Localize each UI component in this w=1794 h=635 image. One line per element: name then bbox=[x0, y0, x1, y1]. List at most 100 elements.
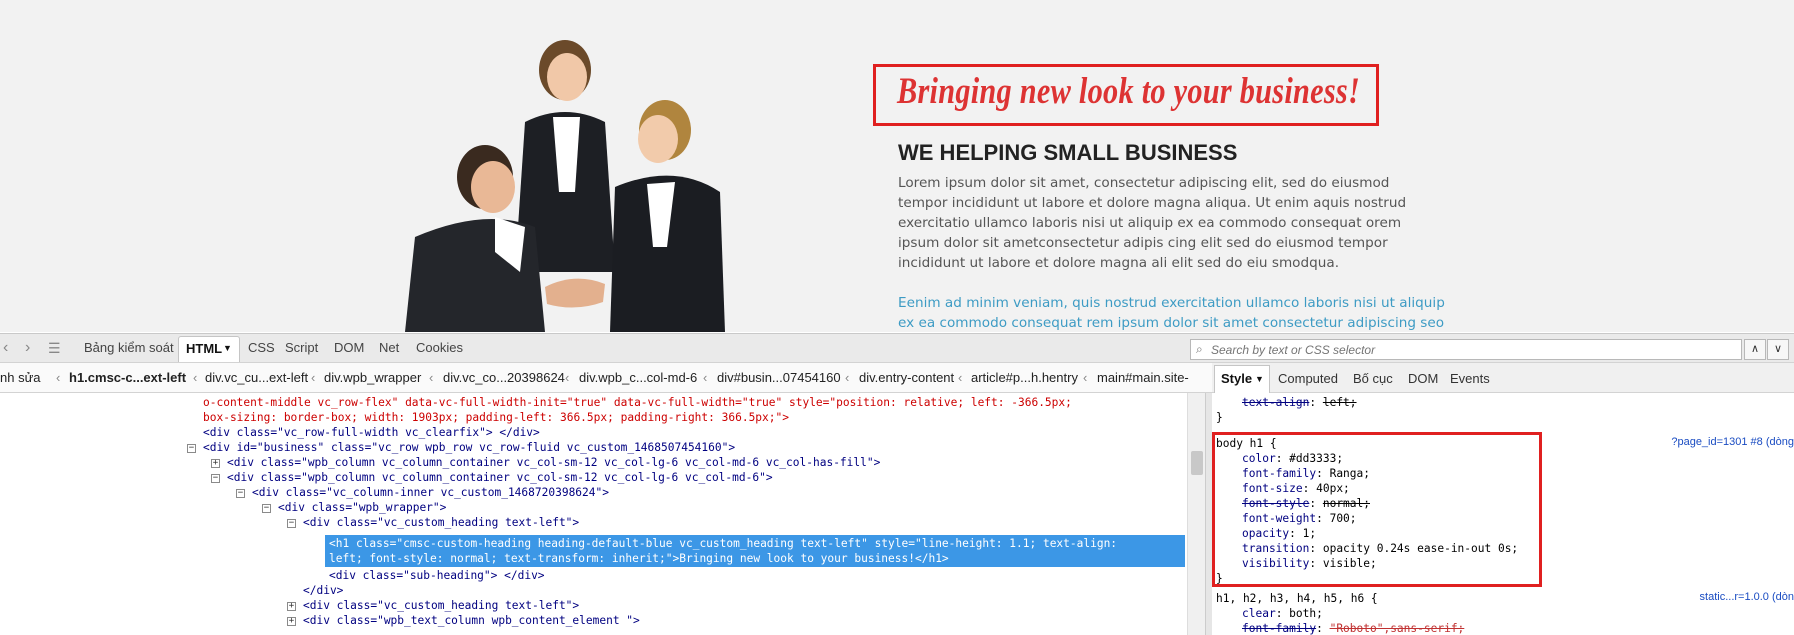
tab-events[interactable]: Events bbox=[1450, 371, 1490, 386]
collapse-toggle-icon[interactable]: − bbox=[262, 504, 271, 513]
tab-cookies[interactable]: Cookies bbox=[416, 340, 463, 355]
dock-menu-icon[interactable]: ☰ bbox=[48, 340, 61, 357]
css-value: 700; bbox=[1329, 512, 1357, 525]
tree-line[interactable]: <div class="sub-heading"> </div> bbox=[329, 568, 545, 583]
devtools-toolbar: ‹ › ☰ Bảng kiểm soát HTML ▼ CSS Script D… bbox=[0, 333, 1794, 363]
breadcrumb-item[interactable]: div.wpb_c...col-md-6 bbox=[579, 370, 697, 385]
tree-line[interactable]: <div class="wpb_text_column wpb_content_… bbox=[303, 613, 640, 628]
tab-dom[interactable]: DOM bbox=[334, 340, 364, 355]
css-selector[interactable]: h1, h2, h3, h4, h5, h6 { bbox=[1216, 591, 1378, 606]
style-rules-panel[interactable]: text-align: left; } body h1 { ?page_id=1… bbox=[1212, 393, 1794, 635]
css-value: both; bbox=[1289, 607, 1323, 620]
css-property: opacity bbox=[1242, 527, 1290, 540]
breadcrumb-item[interactable]: div.vc_co...20398624 bbox=[443, 370, 565, 385]
css-property: font-style bbox=[1242, 497, 1310, 510]
collapse-toggle-icon[interactable]: − bbox=[287, 519, 296, 528]
expand-toggle-icon[interactable]: + bbox=[211, 459, 220, 468]
search-next-button[interactable]: ∨ bbox=[1767, 339, 1789, 360]
tree-line[interactable]: <div class="vc_custom_heading text-left"… bbox=[303, 598, 579, 613]
collapse-toggle-icon[interactable]: − bbox=[236, 489, 245, 498]
css-declaration[interactable]: font-style: normal; bbox=[1242, 496, 1370, 511]
breadcrumb: nh sửa ‹ h1.cmsc-c...ext-left ‹ div.vc_c… bbox=[0, 363, 1212, 393]
breadcrumb-item[interactable]: h1.cmsc-c...ext-left bbox=[69, 370, 186, 385]
breadcrumb-item[interactable]: div#busin...07454160 bbox=[717, 370, 841, 385]
separator-icon: ‹ bbox=[193, 370, 198, 385]
css-declaration[interactable]: font-family: Ranga; bbox=[1242, 466, 1370, 481]
css-declaration[interactable]: transition: opacity 0.24s ease-in-out 0s… bbox=[1242, 541, 1518, 556]
css-value: Ranga; bbox=[1329, 467, 1370, 480]
breadcrumb-item[interactable]: div.entry-content bbox=[859, 370, 954, 385]
css-value: #dd3333; bbox=[1289, 452, 1344, 465]
html-pane-scrollbar[interactable] bbox=[1187, 393, 1205, 635]
separator-icon: ‹ bbox=[845, 370, 850, 385]
tab-css[interactable]: CSS bbox=[248, 340, 275, 355]
css-declaration[interactable]: font-family: "Roboto",sans-serif; bbox=[1242, 621, 1464, 635]
css-declaration[interactable]: visibility: visible; bbox=[1242, 556, 1377, 571]
css-declaration[interactable]: opacity: 1; bbox=[1242, 526, 1316, 541]
stylesheet-source-link[interactable]: ?page_id=1301 #8 (dòng bbox=[1671, 436, 1794, 448]
forward-arrow-icon[interactable]: › bbox=[25, 339, 30, 357]
breadcrumb-item[interactable]: main#main.site- bbox=[1097, 370, 1189, 385]
css-selector-search[interactable]: ⌕ bbox=[1190, 339, 1742, 360]
separator-icon: ‹ bbox=[311, 370, 316, 385]
css-property: font-size bbox=[1242, 482, 1303, 495]
tree-line[interactable]: <div class="wpb_column vc_column_contain… bbox=[227, 455, 880, 470]
tree-line[interactable]: <div class="vc_row-full-width vc_clearfi… bbox=[203, 425, 540, 440]
tab-net[interactable]: Net bbox=[379, 340, 399, 355]
selected-node-line: <h1 class="cmsc-custom-heading heading-d… bbox=[329, 537, 1118, 550]
separator-icon: ‹ bbox=[1083, 370, 1088, 385]
css-property: font-family bbox=[1242, 467, 1317, 480]
search-icon: ⌕ bbox=[1196, 342, 1203, 356]
separator-icon: ‹ bbox=[56, 370, 61, 385]
tree-line[interactable]: <div id="business" class="vc_row wpb_row… bbox=[203, 440, 735, 455]
tab-dom-side[interactable]: DOM bbox=[1408, 371, 1438, 386]
page-subheading: WE HELPING SMALL BUSINESS bbox=[898, 140, 1238, 165]
tab-html-label: HTML bbox=[186, 341, 223, 356]
tree-line[interactable]: <div class="wpb_column vc_column_contain… bbox=[227, 470, 773, 485]
body-paragraph-link[interactable]: Eenim ad minim veniam, quis nostrud exer… bbox=[898, 293, 1458, 332]
css-value: 1; bbox=[1302, 527, 1317, 540]
tree-line[interactable]: <div class="wpb_wrapper"> bbox=[278, 500, 446, 515]
separator-icon: ‹ bbox=[429, 370, 434, 385]
pane-splitter[interactable] bbox=[1205, 393, 1212, 635]
back-arrow-icon[interactable]: ‹ bbox=[3, 339, 8, 357]
expand-toggle-icon[interactable]: + bbox=[287, 617, 296, 626]
css-property: clear bbox=[1242, 607, 1276, 620]
css-declaration[interactable]: font-weight: 700; bbox=[1242, 511, 1357, 526]
tree-line[interactable]: o-content-middle vc_row-flex" data-vc-fu… bbox=[203, 395, 1072, 410]
tab-html[interactable]: HTML ▼ bbox=[178, 336, 240, 362]
css-declaration[interactable]: font-size: 40px; bbox=[1242, 481, 1350, 496]
tab-script[interactable]: Script bbox=[285, 340, 318, 355]
web-page-viewport: Bringing new look to your business! WE H… bbox=[0, 0, 1794, 332]
css-declaration[interactable]: clear: both; bbox=[1242, 606, 1323, 621]
collapse-toggle-icon[interactable]: − bbox=[211, 474, 220, 483]
inspect-console-tab[interactable]: Bảng kiểm soát bbox=[84, 340, 174, 355]
tab-style[interactable]: Style ▼ bbox=[1214, 365, 1270, 393]
search-input[interactable] bbox=[1211, 341, 1731, 358]
css-declaration[interactable]: color: #dd3333; bbox=[1242, 451, 1343, 466]
breadcrumb-item[interactable]: div.vc_cu...ext-left bbox=[205, 370, 308, 385]
search-prev-button[interactable]: ∧ bbox=[1744, 339, 1766, 360]
css-declaration[interactable]: text-align: left; bbox=[1242, 395, 1357, 410]
separator-icon: ‹ bbox=[703, 370, 708, 385]
edit-button[interactable]: nh sửa bbox=[0, 370, 41, 385]
tab-style-label: Style bbox=[1221, 371, 1253, 386]
tab-computed[interactable]: Computed bbox=[1278, 371, 1338, 386]
tree-line[interactable]: <div class="vc_column-inner vc_custom_14… bbox=[252, 485, 609, 500]
css-value: 40px; bbox=[1316, 482, 1350, 495]
tree-line[interactable]: <div class="vc_custom_heading text-left"… bbox=[303, 515, 579, 530]
breadcrumb-item[interactable]: article#p...h.hentry bbox=[971, 370, 1078, 385]
collapse-toggle-icon[interactable]: − bbox=[187, 444, 196, 453]
separator-icon: ‹ bbox=[958, 370, 963, 385]
html-tree-panel[interactable]: o-content-middle vc_row-flex" data-vc-fu… bbox=[0, 393, 1187, 635]
selected-tree-node[interactable]: <h1 class="cmsc-custom-heading heading-d… bbox=[325, 535, 1185, 567]
breadcrumb-item[interactable]: div.wpb_wrapper bbox=[324, 370, 421, 385]
tree-line[interactable]: </div> bbox=[303, 583, 343, 598]
tree-line[interactable]: box-sizing: border-box; width: 1903px; p… bbox=[203, 410, 789, 425]
selected-node-line: left; font-style: normal; text-transform… bbox=[329, 552, 949, 565]
tab-layout[interactable]: Bố cục bbox=[1353, 371, 1393, 386]
scrollbar-thumb[interactable] bbox=[1191, 451, 1203, 475]
stylesheet-source-link[interactable]: static...r=1.0.0 (dòn bbox=[1700, 591, 1794, 603]
css-selector[interactable]: body h1 { bbox=[1216, 436, 1277, 451]
expand-toggle-icon[interactable]: + bbox=[287, 602, 296, 611]
